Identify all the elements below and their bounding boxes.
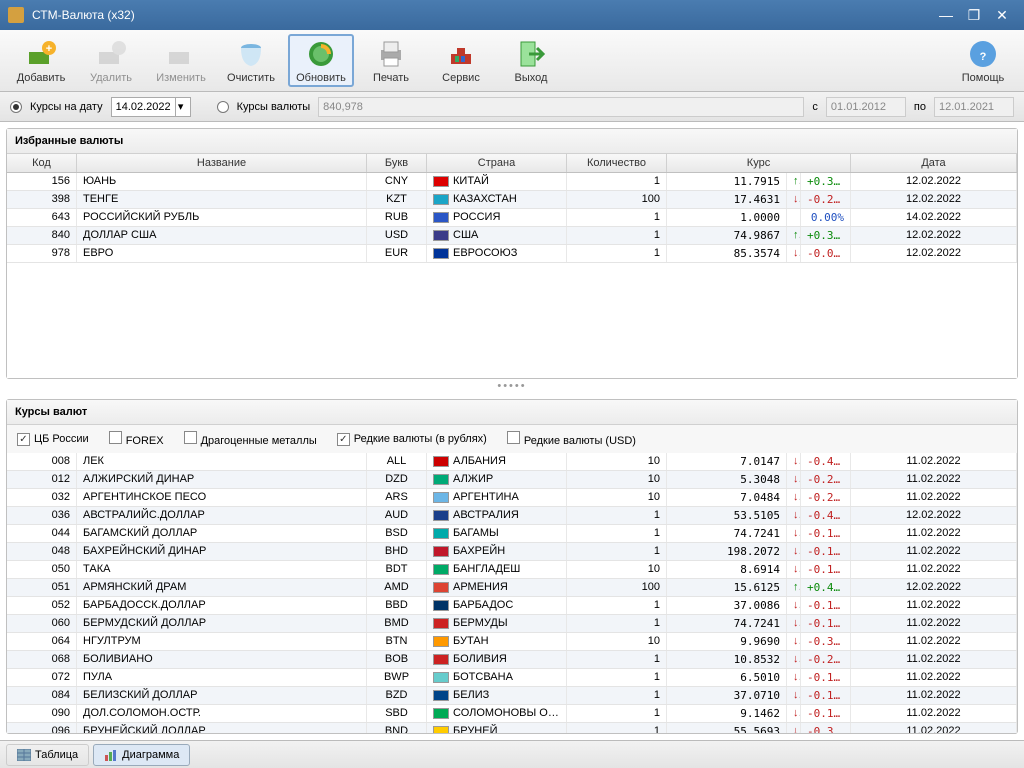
minimize-button[interactable]: — [932,4,960,26]
clear-icon [235,38,267,70]
rates-panel: Курсы валют ЦБ России FOREX Драгоценные … [6,399,1018,734]
to-date: 12.01.2021 [934,97,1014,117]
maximize-button[interactable]: ❐ [960,4,988,26]
edit-icon [165,38,197,70]
table-row[interactable]: 012АЛЖИРСКИЙ ДИНАРDZDАЛЖИР105.3048↓-0.23… [7,471,1017,489]
from-label: с [812,101,818,113]
main-toolbar: + Добавить Удалить Изменить Очистить Обн… [0,30,1024,92]
svg-text:?: ? [980,51,987,63]
help-button[interactable]: ? Помощь [950,34,1016,87]
table-row[interactable]: 978ЕВРОEURЕВРОСОЮЗ185.3574↓-0.03%12.02.2… [7,245,1017,263]
favorites-grid: Код Название Букв Страна Количество Курс… [7,154,1017,378]
favorites-header[interactable]: Код Название Букв Страна Количество Курс… [7,154,1017,173]
rates-filters: ЦБ России FOREX Драгоценные металлы Редк… [7,425,1017,453]
table-row[interactable]: 050ТАКАBDTБАНГЛАДЕШ108.6914↓-0.10%11.02.… [7,561,1017,579]
table-icon [17,749,31,761]
clear-button[interactable]: Очистить [218,34,284,87]
table-row[interactable]: 068БОЛИВИАНОBOBБОЛИВИЯ110.8532↓-0.25%11.… [7,651,1017,669]
table-row[interactable]: 051АРМЯНСКИЙ ДРАМAMDАРМЕНИЯ10015.6125↑+0… [7,579,1017,597]
delete-button: Удалить [78,34,144,87]
print-icon [375,38,407,70]
by-date-label: Курсы на дату [30,101,103,113]
currency-rates-label: Курсы валюты [237,101,311,113]
table-row[interactable]: 398ТЕНГЕKZTКАЗАХСТАН10017.4631↓-0.22%12.… [7,191,1017,209]
rates-title: Курсы валют [7,400,1017,425]
refresh-icon [305,38,337,70]
title-bar: СТМ-Валюта (x32) — ❐ ✕ [0,0,1024,30]
service-icon [445,38,477,70]
exit-button[interactable]: Выход [498,34,564,87]
table-row[interactable]: 032АРГЕНТИНСКОЕ ПЕСОARSАРГЕНТИНА107.0484… [7,489,1017,507]
filter-bar: Курсы на дату 14.02.2022 ▾ Курсы валюты … [0,92,1024,122]
forex-checkbox[interactable]: FOREX [109,431,164,447]
edit-button: Изменить [148,34,214,87]
to-label: по [914,101,926,113]
table-row[interactable]: 156ЮАНЬCNYКИТАЙ111.7915↑+0.35%12.02.2022 [7,173,1017,191]
app-icon [8,7,24,23]
table-row[interactable]: 052БАРБАДОССК.ДОЛЛАРBBDБАРБАДОС137.0086↓… [7,597,1017,615]
favorites-title: Избранные валюты [7,129,1017,154]
favorites-panel: Избранные валюты Код Название Букв Стран… [6,128,1018,379]
rare-rub-checkbox[interactable]: Редкие валюты (в рублях) [337,433,487,446]
codes-input: 840,978 [318,97,804,117]
table-row[interactable]: 036АВСТРАЛИЙС.ДОЛЛАРAUDАВСТРАЛИЯ153.5105… [7,507,1017,525]
table-row[interactable]: 072ПУЛАBWPБОТСВАНА16.5010↓-0.10%11.02.20… [7,669,1017,687]
panel-divider[interactable]: ••••• [0,379,1024,393]
bottom-tabs: Таблица Диаграмма [0,740,1024,768]
table-row[interactable]: 643РОССИЙСКИЙ РУБЛЬRUBРОССИЯ11.00000.00%… [7,209,1017,227]
exit-icon [515,38,547,70]
service-button[interactable]: Сервис [428,34,494,87]
table-row[interactable]: 090ДОЛ.СОЛОМОН.ОСТР.SBDСОЛОМОНОВЫ ОСТРОВ… [7,705,1017,723]
cbr-checkbox[interactable]: ЦБ России [17,433,89,446]
metals-checkbox[interactable]: Драгоценные металлы [184,431,317,447]
table-row[interactable]: 048БАХРЕЙНСКИЙ ДИНАРBHDБАХРЕЙН1198.2072↓… [7,543,1017,561]
currency-rates-radio[interactable] [217,101,229,113]
by-date-radio[interactable] [10,101,22,113]
table-row[interactable]: 060БЕРМУДСКИЙ ДОЛЛАРBMDБЕРМУДЫ174.7241↓-… [7,615,1017,633]
close-button[interactable]: ✕ [988,4,1016,26]
from-date: 01.01.2012 [826,97,906,117]
svg-text:+: + [46,43,52,55]
refresh-button[interactable]: Обновить [288,34,354,87]
table-row[interactable]: 008ЛЕКALLАЛБАНИЯ107.0147↓-0.46%11.02.202… [7,453,1017,471]
rare-usd-checkbox[interactable]: Редкие валюты (USD) [507,431,636,447]
tab-chart[interactable]: Диаграмма [93,744,190,766]
add-icon: + [25,38,57,70]
table-row[interactable]: 064НГУЛТРУМBTNБУТАН109.9690↓-0.30%11.02.… [7,633,1017,651]
table-row[interactable]: 084БЕЛИЗСКИЙ ДОЛЛАРBZDБЕЛИЗ137.0710↓-0.1… [7,687,1017,705]
add-button[interactable]: + Добавить [8,34,74,87]
rates-grid: 008ЛЕКALLАЛБАНИЯ107.0147↓-0.46%11.02.202… [7,453,1017,733]
table-row[interactable]: 096БРУНЕЙСКИЙ ДОЛЛАРBNDБРУНЕЙ155.5693↓-0… [7,723,1017,733]
table-row[interactable]: 840ДОЛЛАР СШАUSDСША174.9867↑+0.35%12.02.… [7,227,1017,245]
help-icon: ? [967,38,999,70]
chevron-down-icon[interactable]: ▾ [175,98,186,116]
date-picker[interactable]: 14.02.2022 ▾ [111,97,191,117]
chart-icon [104,749,118,761]
delete-icon [95,38,127,70]
window-title: СТМ-Валюта (x32) [32,8,932,22]
tab-table[interactable]: Таблица [6,744,89,766]
table-row[interactable]: 044БАГАМСКИЙ ДОЛЛАРBSDБАГАМЫ174.7241↓-0.… [7,525,1017,543]
print-button[interactable]: Печать [358,34,424,87]
